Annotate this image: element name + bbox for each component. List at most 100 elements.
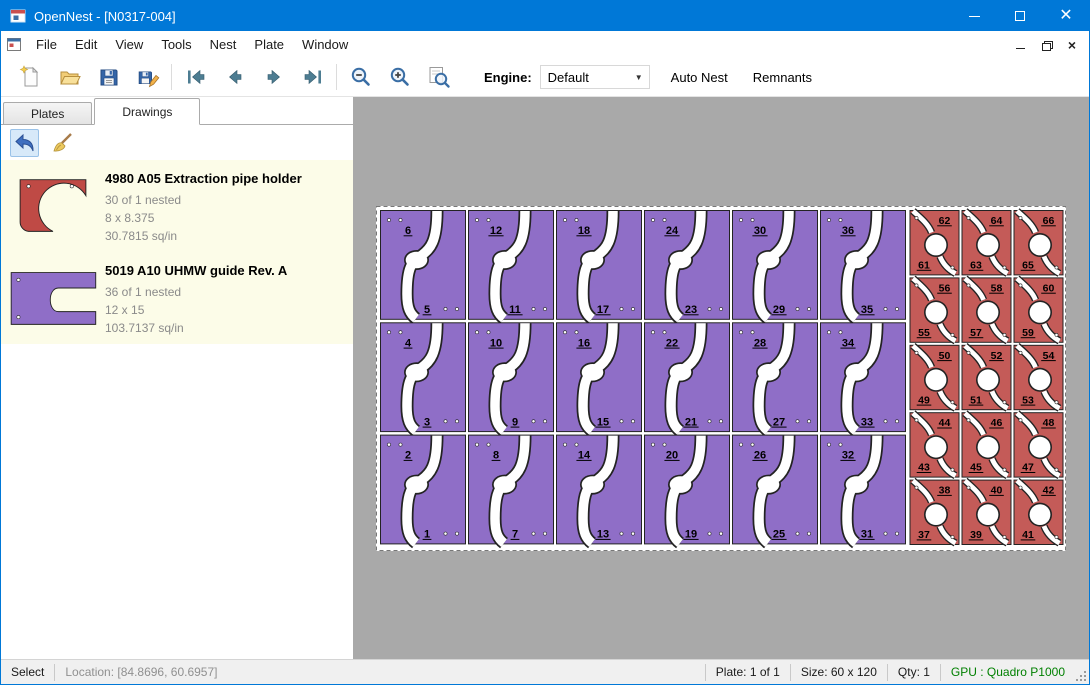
nested-part-pair[interactable]: 87 <box>469 435 554 544</box>
mdi-minimize-icon <box>1016 48 1025 49</box>
menu-edit[interactable]: Edit <box>66 33 106 56</box>
nav-first-button[interactable] <box>176 61 215 93</box>
nested-part-pair[interactable]: 65 <box>381 211 466 320</box>
drawing-item[interactable]: 5019 A10 UHMW guide Rev. A36 of 1 nested… <box>1 252 353 344</box>
drill-hole <box>1003 401 1006 404</box>
drill-hole <box>951 333 954 336</box>
nested-part-pair[interactable]: 2625 <box>733 435 818 544</box>
drill-hole <box>455 420 458 423</box>
drawing-area: 30.7815 sq/in <box>105 227 302 245</box>
drill-hole <box>663 443 666 446</box>
minimize-button[interactable] <box>951 1 997 31</box>
nested-part-pair[interactable]: 21 <box>381 435 466 544</box>
drill-hole <box>708 532 711 535</box>
nested-part-pair[interactable]: 5857 <box>962 278 1011 342</box>
nested-part-pair[interactable]: 2423 <box>645 211 730 320</box>
nested-part-pair[interactable]: 6261 <box>910 211 959 275</box>
nested-part-pair[interactable]: 4645 <box>962 413 1011 477</box>
nested-part-pair[interactable]: 1211 <box>469 211 554 320</box>
part-number: 34 <box>842 337 855 349</box>
tab-plates[interactable]: Plates <box>3 102 92 124</box>
nested-part-pair[interactable]: 1615 <box>557 323 642 432</box>
nested-part-pair[interactable]: 3231 <box>821 435 906 544</box>
nav-prev-button[interactable] <box>215 61 254 93</box>
nested-part-pair[interactable]: 4039 <box>962 480 1011 544</box>
part-number: 3 <box>424 416 430 428</box>
drill-hole <box>444 532 447 535</box>
tab-drawings[interactable]: Drawings <box>94 98 200 125</box>
nested-part-pair[interactable]: 5049 <box>910 345 959 409</box>
drawing-info: 5019 A10 UHMW guide Rev. A36 of 1 nested… <box>105 259 287 337</box>
nested-part-pair[interactable]: 6463 <box>962 211 1011 275</box>
menu-file[interactable]: File <box>27 33 66 56</box>
drill-hole <box>575 443 578 446</box>
save-as-button[interactable] <box>128 61 167 93</box>
nested-part-pair[interactable]: 3433 <box>821 323 906 432</box>
nested-part-pair[interactable]: 3635 <box>821 211 906 320</box>
menu-nest[interactable]: Nest <box>201 33 246 56</box>
drill-hole <box>951 468 954 471</box>
nested-part-pair[interactable]: 109 <box>469 323 554 432</box>
nest-canvas[interactable]: 6512111817242330293635431091615222128273… <box>353 97 1089 659</box>
zoom-in-button[interactable] <box>380 61 419 93</box>
maximize-button[interactable] <box>997 1 1043 31</box>
part-number: 55 <box>918 327 930 339</box>
drill-hole <box>915 284 918 287</box>
drawing-title: 5019 A10 UHMW guide Rev. A <box>105 263 287 278</box>
drill-hole <box>967 216 970 219</box>
part-number: 54 <box>1043 350 1055 362</box>
drill-hole <box>575 218 578 221</box>
nested-part-pair[interactable]: 2019 <box>645 435 730 544</box>
nested-part-pair[interactable]: 4847 <box>1014 413 1063 477</box>
mdi-close-button[interactable]: × <box>1060 35 1084 55</box>
import-arrow-button[interactable] <box>10 129 39 157</box>
window-title: OpenNest - [N0317-004] <box>34 9 176 24</box>
menu-view[interactable]: View <box>106 33 152 56</box>
main-toolbar: Engine: Default ▼ Auto Nest Remnants <box>1 58 1089 97</box>
drill-hole <box>751 443 754 446</box>
nested-part-pair[interactable]: 5453 <box>1014 345 1063 409</box>
resize-grip[interactable] <box>1075 660 1089 684</box>
part-number: 35 <box>861 304 873 316</box>
nested-part-pair[interactable]: 1413 <box>557 435 642 544</box>
open-folder-button[interactable] <box>50 61 89 93</box>
nested-part-pair[interactable]: 6665 <box>1014 211 1063 275</box>
nav-last-button[interactable] <box>293 61 332 93</box>
engine-combobox[interactable]: Default ▼ <box>540 65 650 89</box>
drill-hole <box>796 420 799 423</box>
remnants-button[interactable]: Remnants <box>749 65 816 90</box>
drill-hole <box>967 284 970 287</box>
nested-part-pair[interactable]: 5251 <box>962 345 1011 409</box>
drill-hole <box>895 532 898 535</box>
title-bar[interactable]: OpenNest - [N0317-004] ✕ <box>1 1 1089 31</box>
menu-window[interactable]: Window <box>293 33 357 56</box>
new-document-button[interactable] <box>11 61 50 93</box>
nested-part-pair[interactable]: 4241 <box>1014 480 1063 544</box>
nest-plate[interactable]: 6512111817242330293635431091615222128273… <box>376 206 1066 551</box>
nested-part-pair[interactable]: 6059 <box>1014 278 1063 342</box>
drill-hole <box>827 331 830 334</box>
part-number: 52 <box>991 350 1003 362</box>
nested-part-pair[interactable]: 4443 <box>910 413 959 477</box>
nested-part-pair[interactable]: 1817 <box>557 211 642 320</box>
auto-nest-button[interactable]: Auto Nest <box>667 65 732 90</box>
drawing-item[interactable]: 4980 A05 Extraction pipe holder30 of 1 n… <box>1 160 353 252</box>
drill-hole <box>651 443 654 446</box>
nested-part-pair[interactable]: 2221 <box>645 323 730 432</box>
nested-part-pair[interactable]: 43 <box>381 323 466 432</box>
save-button[interactable] <box>89 61 128 93</box>
mdi-restore-button[interactable] <box>1034 35 1058 55</box>
zoom-fit-button[interactable] <box>419 61 458 93</box>
nested-part-pair[interactable]: 3837 <box>910 480 959 544</box>
mdi-minimize-button[interactable] <box>1008 35 1032 55</box>
nav-next-button[interactable] <box>254 61 293 93</box>
nav-next-icon <box>262 65 286 89</box>
close-button[interactable]: ✕ <box>1043 1 1089 31</box>
menu-plate[interactable]: Plate <box>245 33 293 56</box>
broom-button[interactable] <box>48 129 77 157</box>
nested-part-pair[interactable]: 3029 <box>733 211 818 320</box>
nested-part-pair[interactable]: 2827 <box>733 323 818 432</box>
zoom-out-button[interactable] <box>341 61 380 93</box>
nested-part-pair[interactable]: 5655 <box>910 278 959 342</box>
menu-tools[interactable]: Tools <box>152 33 200 56</box>
